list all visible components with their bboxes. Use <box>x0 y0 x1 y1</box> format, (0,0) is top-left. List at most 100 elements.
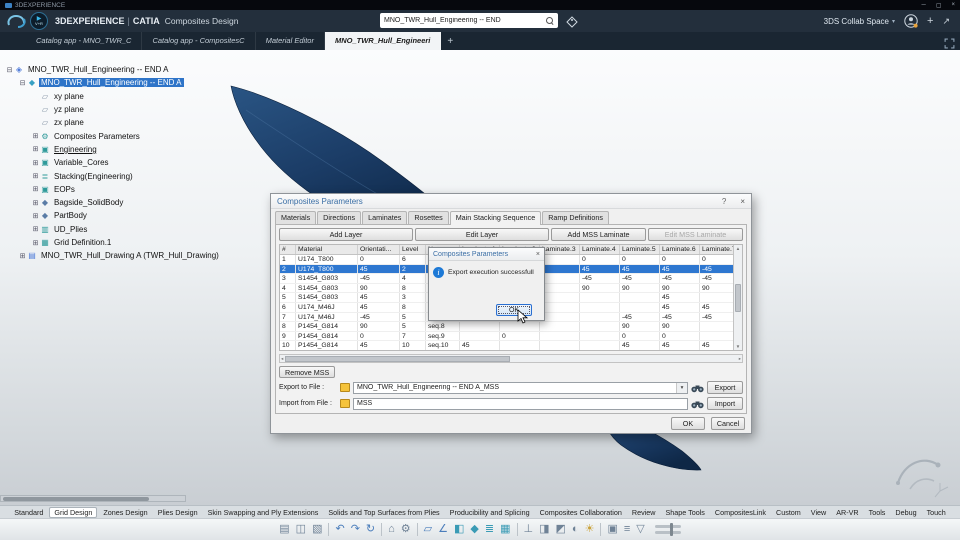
plane-tool-icon[interactable]: ▱ <box>424 524 432 535</box>
workbench-tab[interactable]: View <box>807 507 830 518</box>
collapse-icon[interactable]: ⊟ <box>18 79 27 87</box>
workbench-tab[interactable]: Producibility and Splicing <box>446 507 534 518</box>
workbench-tab[interactable]: CompositesLink <box>711 507 770 518</box>
workbench-tab[interactable]: Standard <box>10 507 47 518</box>
lighting-tool-icon[interactable]: ☀ <box>585 524 595 535</box>
table-row[interactable]: 8 P1454_G814 90 5 seq.8 90 90 <box>280 322 733 332</box>
scrollbar-thumb[interactable] <box>3 497 149 501</box>
angle-tool-icon[interactable]: ∠ <box>438 524 448 535</box>
viewport-scrollbar[interactable] <box>0 495 186 502</box>
message-close-icon[interactable]: × <box>536 251 540 258</box>
browse-binoculars-icon[interactable] <box>691 399 704 409</box>
dialog-tab[interactable]: Directions <box>317 211 362 224</box>
search-icon[interactable] <box>546 16 554 25</box>
views-tool-icon[interactable]: ◩ <box>556 524 566 535</box>
home-icon[interactable]: ⌂ <box>388 524 395 535</box>
column-header[interactable]: Material <box>296 245 358 254</box>
column-header[interactable]: Laminate.4 <box>580 245 620 254</box>
redo-icon[interactable]: ↷ <box>351 524 360 535</box>
layers-tool-icon[interactable]: ≡ <box>624 524 630 535</box>
shading-tool-icon[interactable]: ◐ <box>572 524 579 535</box>
tree-item[interactable]: ⊟ ◈ MNO_TWR_Hull_Engineering -- END A <box>3 63 221 76</box>
workbench-tab[interactable]: Debug <box>891 507 920 518</box>
tree-item[interactable]: ⊞ ▦ Grid Definition.1 <box>3 236 221 249</box>
measure-tool-icon[interactable]: ⊥ <box>524 524 534 535</box>
add-mss-laminate-button[interactable]: Add MSS Laminate <box>551 228 646 241</box>
tree-item[interactable]: ▱ xy plane <box>3 90 221 103</box>
collab-space-selector[interactable]: 3DS Collab Space ▾ <box>824 17 895 26</box>
fullscreen-icon[interactable] <box>944 36 955 54</box>
expand-icon[interactable]: ⊞ <box>31 159 40 167</box>
update-icon[interactable]: ↻ <box>366 524 375 535</box>
share-icon[interactable]: ↗ <box>942 16 950 27</box>
tree-item[interactable]: ⊞ ◆ Bagside_SolidBody <box>3 196 221 209</box>
filter-tool-icon[interactable]: ▽ <box>636 524 644 535</box>
table-horizontal-scrollbar[interactable]: ◂ ▸ <box>279 354 743 363</box>
settings-icon[interactable]: ⚙ <box>401 524 411 535</box>
dialog-tab[interactable]: Ramp Definitions <box>542 211 609 224</box>
expand-icon[interactable]: ⊞ <box>31 212 40 220</box>
vertical-scrollbar-thumb[interactable] <box>735 283 741 312</box>
grid-tool-icon[interactable]: ▦ <box>500 524 510 535</box>
expand-icon[interactable]: ⊞ <box>18 252 27 260</box>
workbench-tab[interactable]: Custom <box>772 507 805 518</box>
section-tool-icon[interactable]: ◨ <box>539 524 549 535</box>
tree-item[interactable]: ⊞ ▣ Variable_Cores <box>3 156 221 169</box>
remove-mss-button[interactable]: Remove MSS <box>279 366 336 378</box>
expand-icon[interactable]: ⊞ <box>31 185 40 193</box>
undo-icon[interactable]: ↶ <box>335 524 344 535</box>
workbench-tab[interactable]: Tools <box>865 507 890 518</box>
tree-item[interactable]: ⊞ ▥ UD_Plies <box>3 223 221 236</box>
workbench-tab[interactable]: Plies Design <box>154 507 202 518</box>
import-file-combo[interactable]: MSS <box>353 397 688 410</box>
add-icon[interactable]: + <box>927 15 933 27</box>
close-button[interactable]: × <box>951 2 955 9</box>
column-header[interactable]: # <box>280 245 296 254</box>
workbench-tab[interactable]: Touch <box>923 507 950 518</box>
document-tab[interactable]: Catalog app - CompositesC <box>142 32 256 50</box>
dialog-tab[interactable]: Main Stacking Sequence <box>449 211 542 225</box>
scroll-left-icon[interactable]: ◂ <box>281 356 283 362</box>
combo-dropdown-icon[interactable]: ▾ <box>676 382 687 393</box>
table-row[interactable]: 10P1454_G8144510seq.104545454545 <box>280 341 733 350</box>
help-icon[interactable]: ? <box>722 197 726 206</box>
workbench-tab[interactable]: Shape Tools <box>661 507 708 518</box>
tree-item[interactable]: ⊞ ▣ Engineering <box>3 143 221 156</box>
clipboard-icon[interactable]: ▧ <box>312 524 322 535</box>
message-dialog-titlebar[interactable]: Composites Parameters × <box>429 248 544 261</box>
surface-tool-icon[interactable]: ◧ <box>454 524 464 535</box>
workbench-tab[interactable]: Review <box>628 507 660 518</box>
tree-item[interactable]: ▱ yz plane <box>3 103 221 116</box>
expand-icon[interactable]: ⊞ <box>31 239 40 247</box>
tree-item[interactable]: ⊞ ⚙ Composites Parameters <box>3 129 221 142</box>
user-avatar-icon[interactable] <box>904 14 918 28</box>
dialog-tab[interactable]: Laminates <box>362 211 408 224</box>
workbench-tab[interactable]: Solids and Top Surfaces from Plies <box>324 507 443 518</box>
document-tab[interactable]: Catalog app - MNO_TWR_C <box>26 32 143 50</box>
collapse-icon[interactable]: ⊟ <box>5 66 14 74</box>
expand-icon[interactable]: ⊞ <box>31 225 40 233</box>
paste-icon[interactable]: ▤ <box>279 524 289 535</box>
search-input[interactable] <box>384 17 543 24</box>
edit-layer-button[interactable]: Edit Layer <box>415 228 549 241</box>
expand-icon[interactable]: ⊞ <box>31 199 40 207</box>
dialog-ok-button[interactable]: OK <box>671 417 705 430</box>
3ds-logo-icon[interactable] <box>4 13 28 30</box>
minimize-button[interactable]: ─ <box>922 2 926 9</box>
dialog-titlebar[interactable]: Composites Parameters ? × <box>271 194 751 209</box>
dialog-close-icon[interactable]: × <box>740 197 745 206</box>
table-row[interactable]: 9 P1454_G814 0 7 seq.9 0 0 0 <box>280 331 733 342</box>
play-vr-button[interactable]: ▶ V+R <box>30 12 48 30</box>
workbench-tab[interactable]: Grid Design <box>49 506 98 518</box>
expand-icon[interactable]: ⊞ <box>31 145 40 153</box>
tree-item[interactable]: ▱ zx plane <box>3 116 221 129</box>
column-header[interactable]: Orientati... <box>358 245 400 254</box>
import-button[interactable]: Import <box>707 397 743 410</box>
dialog-tab[interactable]: Rosettes <box>408 211 449 224</box>
maximize-button[interactable]: ▢ <box>936 2 942 9</box>
workbench-tab[interactable]: Composites Collaboration <box>536 507 626 518</box>
scroll-right-icon[interactable]: ▸ <box>739 356 741 362</box>
column-header[interactable]: Laminate.7 <box>700 245 733 254</box>
tree-item[interactable]: ⊟ ◆ MNO_TWR_Hull_Engineering -- END A <box>3 76 221 89</box>
document-tab[interactable]: Material Editor <box>256 32 325 50</box>
